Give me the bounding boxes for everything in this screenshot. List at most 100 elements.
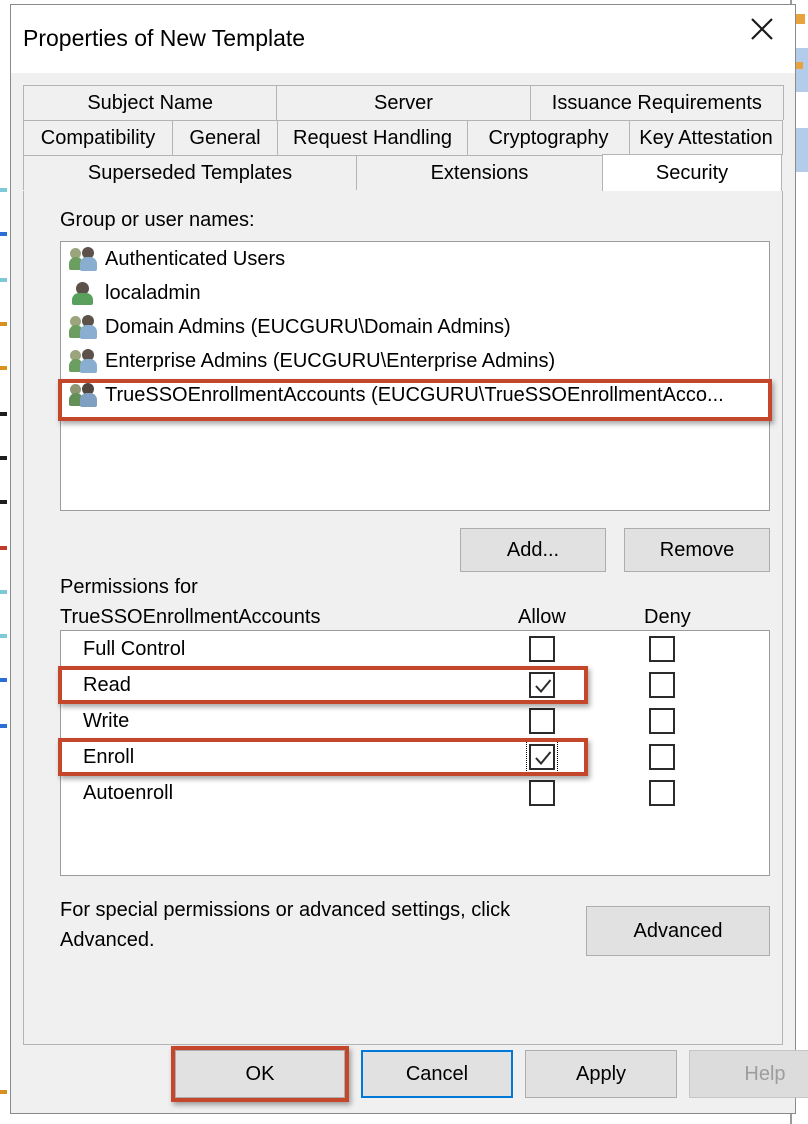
group-or-user-names-list[interactable]: Authenticated Users localadmin Domain Ad…	[60, 241, 770, 511]
background-tree-tick	[0, 188, 7, 192]
tab-row-3: Superseded Templates Extensions Security	[23, 154, 783, 191]
allow-checkbox[interactable]	[529, 780, 555, 806]
background-tree-tick	[0, 678, 7, 682]
group-icon	[69, 246, 99, 272]
background-tree-tick	[0, 500, 7, 504]
deny-checkbox[interactable]	[649, 636, 675, 662]
list-item-selected[interactable]: TrueSSOEnrollmentAccounts (EUCGURU\TrueS…	[61, 378, 769, 412]
background-tree-tick	[0, 278, 7, 282]
background-tree-tick	[0, 590, 7, 594]
apply-button[interactable]: Apply	[525, 1050, 677, 1098]
permission-row[interactable]: Enroll	[61, 739, 769, 775]
page-title: Properties of New Template	[23, 25, 306, 51]
list-item-label: localadmin	[105, 281, 201, 304]
allow-column-header: Allow	[518, 606, 566, 628]
cancel-button[interactable]: Cancel	[361, 1050, 513, 1098]
user-icon	[69, 280, 99, 306]
permission-label: Enroll	[83, 745, 135, 768]
tab-label: Security	[655, 161, 729, 184]
deny-checkbox[interactable]	[649, 744, 675, 770]
tab-general[interactable]: General	[172, 120, 278, 155]
help-button-label: Help	[744, 1062, 786, 1085]
deny-checkbox[interactable]	[649, 708, 675, 734]
tab-label: Key Attestation	[639, 126, 773, 149]
add-button[interactable]: Add...	[460, 528, 606, 572]
tab-label: Request Handling	[293, 126, 452, 149]
permission-label: Full Control	[83, 637, 186, 660]
list-item-label: Domain Admins (EUCGURU\Domain Admins)	[105, 315, 511, 338]
tab-server[interactable]: Server	[276, 85, 531, 120]
tab-label: Issuance Requirements	[551, 91, 762, 114]
permission-row[interactable]: Autoenroll	[61, 775, 769, 811]
advanced-button-label: Advanced	[633, 919, 723, 942]
allow-checkbox[interactable]	[529, 672, 555, 698]
background-tree-tick	[0, 1090, 7, 1094]
dialog-titlebar: Properties of New Template	[11, 5, 795, 73]
tab-label: Extensions	[430, 161, 529, 184]
permission-row[interactable]: Full Control	[61, 631, 769, 667]
advanced-button[interactable]: Advanced	[586, 906, 770, 956]
background-tree-tick	[0, 322, 7, 326]
background-tree-tick	[0, 546, 7, 550]
permission-row[interactable]: Write	[61, 703, 769, 739]
permission-label: Read	[83, 673, 131, 696]
remove-button-label: Remove	[659, 538, 735, 561]
properties-dialog: Properties of New Template Subject Name …	[10, 4, 808, 1114]
tab-label: Server	[374, 91, 433, 114]
tab-request-handling[interactable]: Request Handling	[277, 120, 468, 155]
cancel-button-label: Cancel	[405, 1062, 469, 1085]
group-icon	[69, 314, 99, 340]
tab-key-attestation[interactable]: Key Attestation	[629, 120, 783, 155]
deny-column-header: Deny	[644, 606, 691, 628]
add-button-label: Add...	[506, 538, 560, 561]
apply-button-label: Apply	[575, 1062, 627, 1085]
list-item-label: Enterprise Admins (EUCGURU\Enterprise Ad…	[105, 349, 556, 372]
permission-label: Write	[83, 709, 130, 732]
permission-label: Autoenroll	[83, 781, 174, 804]
background-tree-tick	[0, 366, 7, 370]
allow-checkbox[interactable]	[526, 741, 558, 773]
list-item[interactable]: localadmin	[61, 276, 769, 310]
background-tree-tick	[0, 232, 7, 236]
permissions-label-line2: TrueSSOEnrollmentAccounts	[60, 606, 321, 628]
background-warning-icon	[795, 14, 805, 24]
tab-label: Superseded Templates	[87, 161, 293, 184]
remove-button[interactable]: Remove	[624, 528, 770, 572]
allow-checkbox[interactable]	[529, 636, 555, 662]
ok-button-label: OK	[245, 1062, 275, 1085]
permissions-list[interactable]: Full Control Read Write Enroll Autoenrol…	[60, 630, 770, 876]
background-tree-tick	[0, 634, 7, 638]
tab-issuance-requirements[interactable]: Issuance Requirements	[529, 85, 784, 120]
background-tree-tick	[0, 724, 7, 728]
close-icon[interactable]	[733, 5, 791, 53]
ok-button[interactable]: OK	[175, 1050, 345, 1098]
allow-checkbox[interactable]	[529, 708, 555, 734]
list-item[interactable]: Enterprise Admins (EUCGURU\Enterprise Ad…	[61, 344, 769, 378]
tab-row-1: Subject Name Server Issuance Requirement…	[23, 85, 784, 120]
security-tab-panel: Group or user names: Authenticated Users…	[23, 191, 783, 1045]
tab-superseded-templates[interactable]: Superseded Templates	[23, 155, 357, 190]
group-icon	[69, 382, 99, 408]
tab-label: General	[189, 126, 261, 149]
tab-label: Compatibility	[40, 126, 156, 149]
tab-label: Subject Name	[87, 91, 213, 114]
permissions-label-line1: Permissions for	[60, 576, 198, 598]
tab-label: Cryptography	[488, 126, 609, 149]
dialog-command-bar: OK Cancel Apply Help	[23, 1045, 808, 1103]
list-item-label: TrueSSOEnrollmentAccounts (EUCGURU\TrueS…	[105, 383, 724, 406]
deny-checkbox[interactable]	[649, 672, 675, 698]
deny-checkbox[interactable]	[649, 780, 675, 806]
tab-strip: Subject Name Server Issuance Requirement…	[23, 85, 784, 191]
list-item[interactable]: Domain Admins (EUCGURU\Domain Admins)	[61, 310, 769, 344]
tab-extensions[interactable]: Extensions	[356, 155, 603, 190]
advanced-settings-note: For special permissions or advanced sett…	[60, 899, 511, 951]
tab-cryptography[interactable]: Cryptography	[467, 120, 630, 155]
tab-security[interactable]: Security	[602, 154, 782, 191]
list-item[interactable]: Authenticated Users	[61, 242, 769, 276]
tab-row-2: Compatibility General Request Handling C…	[23, 120, 783, 155]
permission-row[interactable]: Read	[61, 667, 769, 703]
list-item-label: Authenticated Users	[105, 247, 286, 270]
background-warning-icon	[796, 62, 803, 69]
tab-subject-name[interactable]: Subject Name	[23, 85, 278, 120]
tab-compatibility[interactable]: Compatibility	[23, 120, 173, 155]
